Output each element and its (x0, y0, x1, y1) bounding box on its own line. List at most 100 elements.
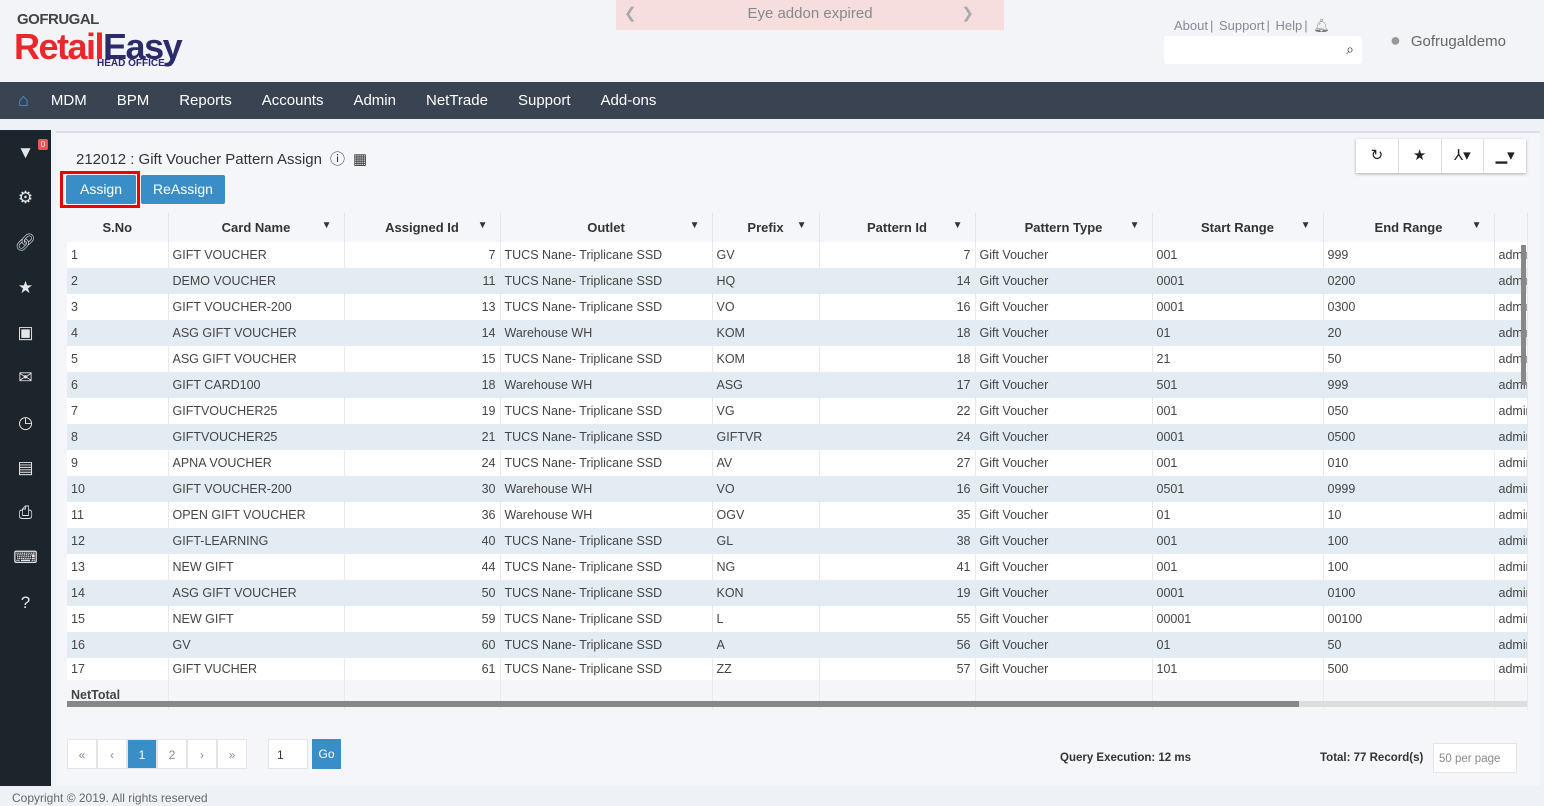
page-1-button[interactable]: 1 (127, 739, 157, 769)
keyboard-icon[interactable]: ⌨ (0, 535, 51, 580)
table-row[interactable]: 1 GIFT VOUCHER 7 TUCS Nane- Triplicane SSD G… (67, 242, 1528, 268)
hierarchy-icon[interactable]: ⅄▾ (1442, 139, 1485, 173)
table-row[interactable]: 3 GIFT VOUCHER-200 13 TUCS Nane- Triplicane… (67, 294, 1528, 320)
reassign-button[interactable]: ReAssign (141, 175, 225, 204)
bell-icon[interactable]: 🔔︎ (1313, 18, 1330, 33)
sort-dropdown-icon[interactable]: ▼ (1301, 220, 1311, 231)
column-header[interactable]: Outlet ▼ (500, 213, 713, 242)
table-cell: 0100 (1323, 580, 1495, 606)
column-header[interactable]: End Range ▼ (1323, 213, 1495, 242)
mail-icon[interactable]: ✉ (0, 355, 51, 400)
link-icon[interactable]: 🔗︎ (0, 220, 51, 265)
favorite-icon[interactable]: ★ (1399, 139, 1442, 173)
gear-icon[interactable]: ⚙ (0, 175, 51, 220)
table-row[interactable]: 2 DEMO VOUCHER 11 TUCS Nane- Triplicane SSD… (67, 268, 1528, 294)
nav-nettrade[interactable]: NetTrade (426, 92, 488, 109)
search-input[interactable]: ⌕ (1164, 36, 1362, 64)
image-icon[interactable]: ▤ (0, 445, 51, 490)
table-cell: 59 (344, 606, 501, 632)
table-row[interactable]: 16 GV 60 TUCS Nane- Triplicane SSD A 56 Gift V… (67, 632, 1528, 658)
column-header[interactable] (1494, 213, 1528, 242)
table-cell: 010 (1323, 450, 1495, 476)
per-page-select[interactable]: 50 per page (1433, 743, 1517, 773)
table-row[interactable]: 13 NEW GIFT 44 TUCS Nane- Triplicane SSD NG 4… (67, 554, 1528, 580)
go-button[interactable]: Go (312, 739, 341, 769)
screen-icon[interactable]: ▣ (0, 310, 51, 355)
table-cell: 11 (67, 502, 169, 528)
help-icon[interactable]: ? (0, 580, 51, 625)
refresh-icon[interactable]: ↻ (1356, 139, 1399, 173)
sort-dropdown-icon[interactable]: ▼ (322, 220, 332, 231)
user-menu[interactable]: ● Gofrugaldemo (1390, 30, 1506, 51)
first-page-button[interactable]: « (67, 739, 97, 769)
goto-page-input[interactable]: 1 (268, 739, 308, 769)
column-header[interactable]: Start Range ▼ (1152, 213, 1324, 242)
total-records: Total: 77 Record(s) (1320, 752, 1424, 764)
about-link[interactable]: About (1174, 18, 1208, 33)
print-icon[interactable]: ⎙ (0, 490, 51, 535)
nav-mdm[interactable]: MDM (51, 92, 87, 109)
table-cell: VO (712, 476, 820, 502)
table-row[interactable]: 14 ASG GIFT VOUCHER 50 TUCS Nane- Triplican… (67, 580, 1528, 606)
table-cell: admin (1494, 502, 1528, 528)
assign-button[interactable]: Assign (66, 175, 136, 204)
horizontal-scrollbar[interactable] (67, 701, 1527, 707)
chart-icon[interactable]: ▁▾ (1484, 139, 1526, 173)
table-cell: 999 (1323, 242, 1495, 268)
support-link[interactable]: Support (1219, 18, 1265, 33)
nav-bpm[interactable]: BPM (117, 92, 150, 109)
nav-reports[interactable]: Reports (179, 92, 232, 109)
table-row[interactable]: 4 ASG GIFT VOUCHER 14 Warehouse WH KOM 18 Gift… (67, 320, 1528, 346)
table-row[interactable]: 7 GIFTVOUCHER25 19 TUCS Nane- Triplicane SS… (67, 398, 1528, 424)
banner-next-icon[interactable]: ❯ (961, 0, 974, 28)
grid-icon[interactable]: ▦ (353, 151, 367, 168)
sort-dropdown-icon[interactable]: ▼ (478, 220, 488, 231)
table-cell: Gift Voucher (975, 450, 1153, 476)
table-row[interactable]: 15 NEW GIFT 59 TUCS Nane- Triplicane SSD L 55… (67, 606, 1528, 632)
table-row[interactable]: 11 OPEN GIFT VOUCHER 36 Warehouse WH OGV 35 Gi… (67, 502, 1528, 528)
table-row[interactable]: 10 GIFT VOUCHER-200 30 Warehouse WH VO 16 Gift… (67, 476, 1528, 502)
column-header[interactable]: Pattern Id ▼ (819, 213, 976, 242)
column-header[interactable]: S.No (67, 213, 169, 242)
home-icon[interactable]: ⌂ (18, 90, 29, 111)
column-header[interactable]: Pattern Type ▼ (975, 213, 1153, 242)
scrollbar-thumb[interactable] (67, 701, 1299, 707)
clock-icon[interactable]: ◷ (0, 400, 51, 445)
nav-accounts[interactable]: Accounts (262, 92, 324, 109)
table-cell: TUCS Nane- Triplicane SSD (500, 346, 713, 372)
column-header[interactable]: Card Name ▼ (168, 213, 345, 242)
sort-dropdown-icon[interactable]: ▼ (690, 220, 700, 231)
table-cell: 35 (819, 502, 976, 528)
star-icon[interactable]: ★ (0, 265, 51, 310)
sort-dropdown-icon[interactable]: ▼ (1130, 220, 1140, 231)
help-circle-icon[interactable]: ⓘ (330, 151, 345, 168)
table-cell: 100 (1323, 528, 1495, 554)
help-link[interactable]: Help (1276, 18, 1303, 33)
nav-support[interactable]: Support (518, 92, 571, 109)
table-cell: HQ (712, 268, 820, 294)
table-row[interactable]: 17 GIFT VUCHER 61 TUCS Nane- Triplicane SSD… (67, 658, 1528, 680)
table-row[interactable]: 6 GIFT CARD100 18 Warehouse WH ASG 17 Gift Vou… (67, 372, 1528, 398)
column-header[interactable]: Prefix ▼ (712, 213, 820, 242)
column-header[interactable]: Assigned Id ▼ (344, 213, 501, 242)
table-cell: OPEN GIFT VOUCHER (168, 502, 345, 528)
table-row[interactable]: 9 APNA VOUCHER 24 TUCS Nane- Triplicane SSD… (67, 450, 1528, 476)
sort-dropdown-icon[interactable]: ▼ (953, 220, 963, 231)
column-header-label: Pattern Id (867, 220, 927, 235)
filter-icon[interactable]: ▼ 0 (0, 130, 51, 175)
last-page-button[interactable]: » (217, 739, 247, 769)
prev-page-button[interactable]: ‹ (97, 739, 127, 769)
table-cell: 2 (67, 268, 169, 294)
search-icon[interactable]: ⌕ (1346, 41, 1354, 58)
next-page-button[interactable]: › (187, 739, 217, 769)
nav-addons[interactable]: Add-ons (601, 92, 657, 109)
sort-dropdown-icon[interactable]: ▼ (797, 220, 807, 231)
page-2-button[interactable]: 2 (157, 739, 187, 769)
table-row[interactable]: 5 ASG GIFT VOUCHER 15 TUCS Nane- Triplicane… (67, 346, 1528, 372)
banner-prev-icon[interactable]: ❮ (624, 0, 637, 28)
table-row[interactable]: 8 GIFTVOUCHER25 21 TUCS Nane- Triplicane SS… (67, 424, 1528, 450)
sort-dropdown-icon[interactable]: ▼ (1472, 220, 1482, 231)
nav-admin[interactable]: Admin (353, 92, 396, 109)
vertical-scrollbar[interactable] (1521, 245, 1526, 385)
table-row[interactable]: 12 GIFT-LEARNING 40 TUCS Nane- Triplicane S… (67, 528, 1528, 554)
